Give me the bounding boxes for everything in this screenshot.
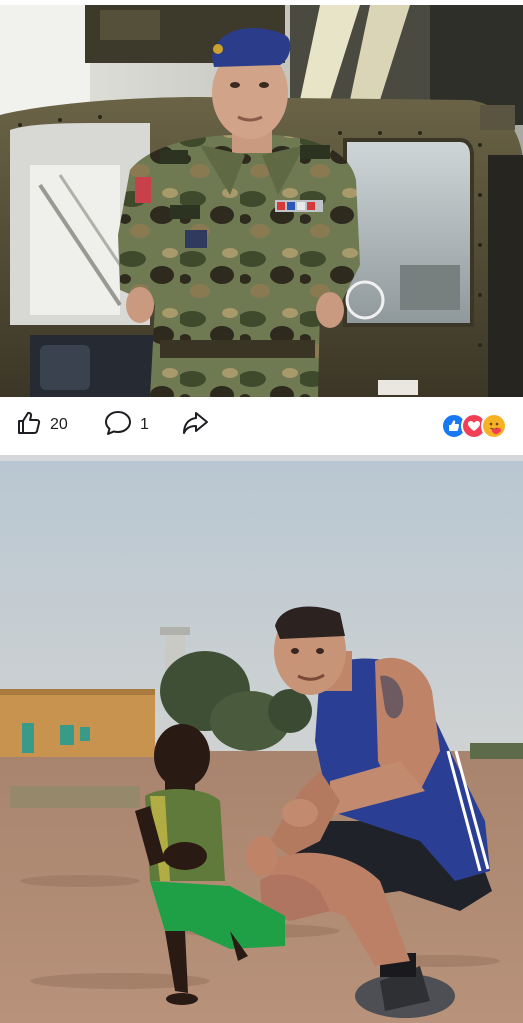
post-photo-desert[interactable]: [0, 461, 523, 1023]
comment-bubble-icon: [104, 410, 132, 441]
desert-photo-image: [0, 461, 523, 1023]
comment-button[interactable]: 1: [104, 410, 149, 441]
like-button[interactable]: 20: [16, 410, 68, 441]
post-action-bar: 20 1: [0, 397, 523, 455]
comment-count: 1: [140, 416, 149, 433]
share-button[interactable]: [181, 410, 209, 441]
thumbs-up-icon: [16, 410, 42, 441]
care-reaction-icon: [481, 413, 507, 439]
share-arrow-icon: [181, 410, 209, 441]
soldier-photo-image: [0, 5, 523, 397]
post-photo-soldier[interactable]: [0, 5, 523, 397]
reactions-summary[interactable]: [441, 413, 507, 439]
like-count: 20: [50, 416, 68, 433]
